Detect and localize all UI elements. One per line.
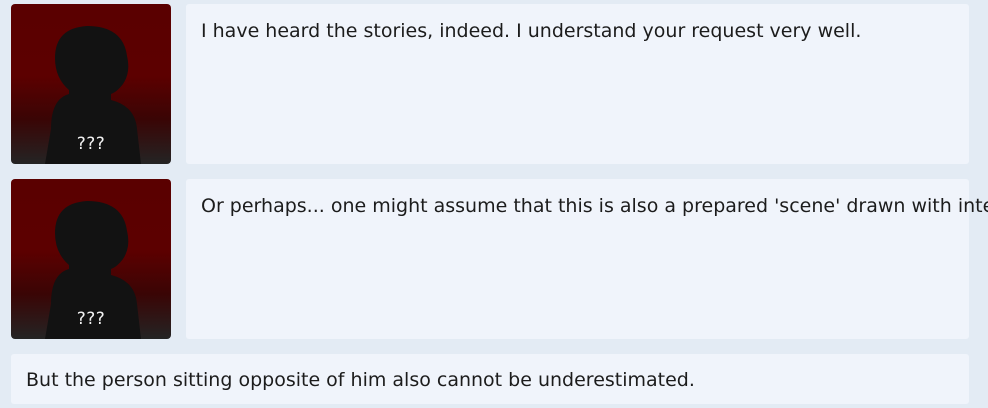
speaker-portrait: ??? bbox=[11, 179, 171, 339]
narration-box: But the person sitting opposite of him a… bbox=[11, 354, 969, 404]
dialogue-text: I have heard the stories, indeed. I unde… bbox=[201, 20, 862, 42]
dialogue-bubble: I have heard the stories, indeed. I unde… bbox=[186, 4, 969, 164]
dialogue-entry: ??? Or perhaps... one might assume that … bbox=[11, 179, 988, 339]
dialogue-bubble: Or perhaps... one might assume that this… bbox=[186, 179, 988, 339]
speaker-portrait: ??? bbox=[11, 4, 171, 164]
dialogue-text: Or perhaps... one might assume that this… bbox=[201, 195, 988, 217]
dialogue-entry: ??? I have heard the stories, indeed. I … bbox=[11, 4, 969, 164]
speaker-name: ??? bbox=[76, 134, 106, 154]
narration-text: But the person sitting opposite of him a… bbox=[26, 369, 695, 391]
speaker-name: ??? bbox=[76, 309, 106, 329]
